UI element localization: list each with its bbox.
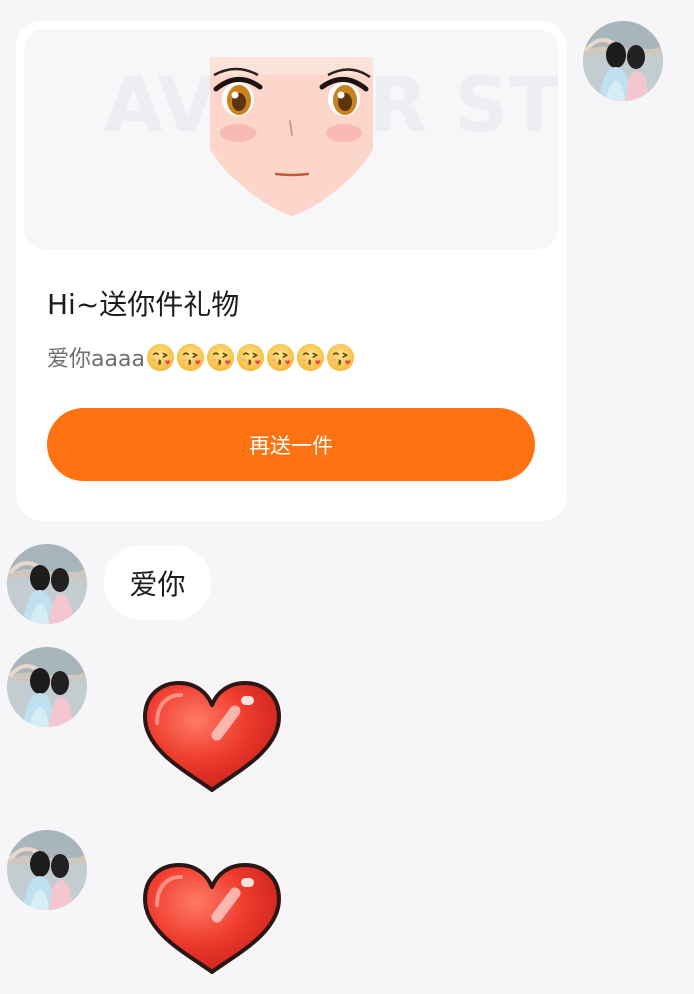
- chat-screen: { "gift_card": { "banner_watermark": "AV…: [0, 0, 694, 994]
- red-heart-sticker-icon[interactable]: [137, 677, 287, 797]
- face-blowing-kiss-emoji-icon: [296, 343, 325, 372]
- contact-avatar[interactable]: [7, 647, 87, 727]
- anime-avatar-face-icon: [210, 57, 373, 216]
- contact-avatar[interactable]: [7, 830, 87, 910]
- resend-gift-button[interactable]: 再送一件: [47, 408, 535, 481]
- face-blowing-kiss-emoji-icon: [146, 343, 175, 372]
- gift-message-text: 爱你aaaa: [47, 347, 145, 372]
- gift-message: 爱你aaaa: [47, 340, 356, 374]
- kiss-emoji-row: [146, 343, 356, 372]
- face-blowing-kiss-emoji-icon: [326, 343, 355, 372]
- gift-title: Hi~送你件礼物: [47, 288, 240, 321]
- face-blowing-kiss-emoji-icon: [206, 343, 235, 372]
- contact-avatar[interactable]: [7, 544, 87, 624]
- gift-message-card[interactable]: AVATAR STORE Hi~送你件礼物 爱你aaaa: [16, 21, 567, 521]
- sender-avatar[interactable]: [583, 21, 663, 101]
- face-blowing-kiss-emoji-icon: [236, 343, 265, 372]
- face-blowing-kiss-emoji-icon: [176, 343, 205, 372]
- gift-banner: AVATAR STORE: [24, 29, 558, 249]
- text-message-bubble[interactable]: 爱你: [104, 545, 211, 620]
- red-heart-sticker-icon[interactable]: [137, 859, 287, 979]
- face-blowing-kiss-emoji-icon: [266, 343, 295, 372]
